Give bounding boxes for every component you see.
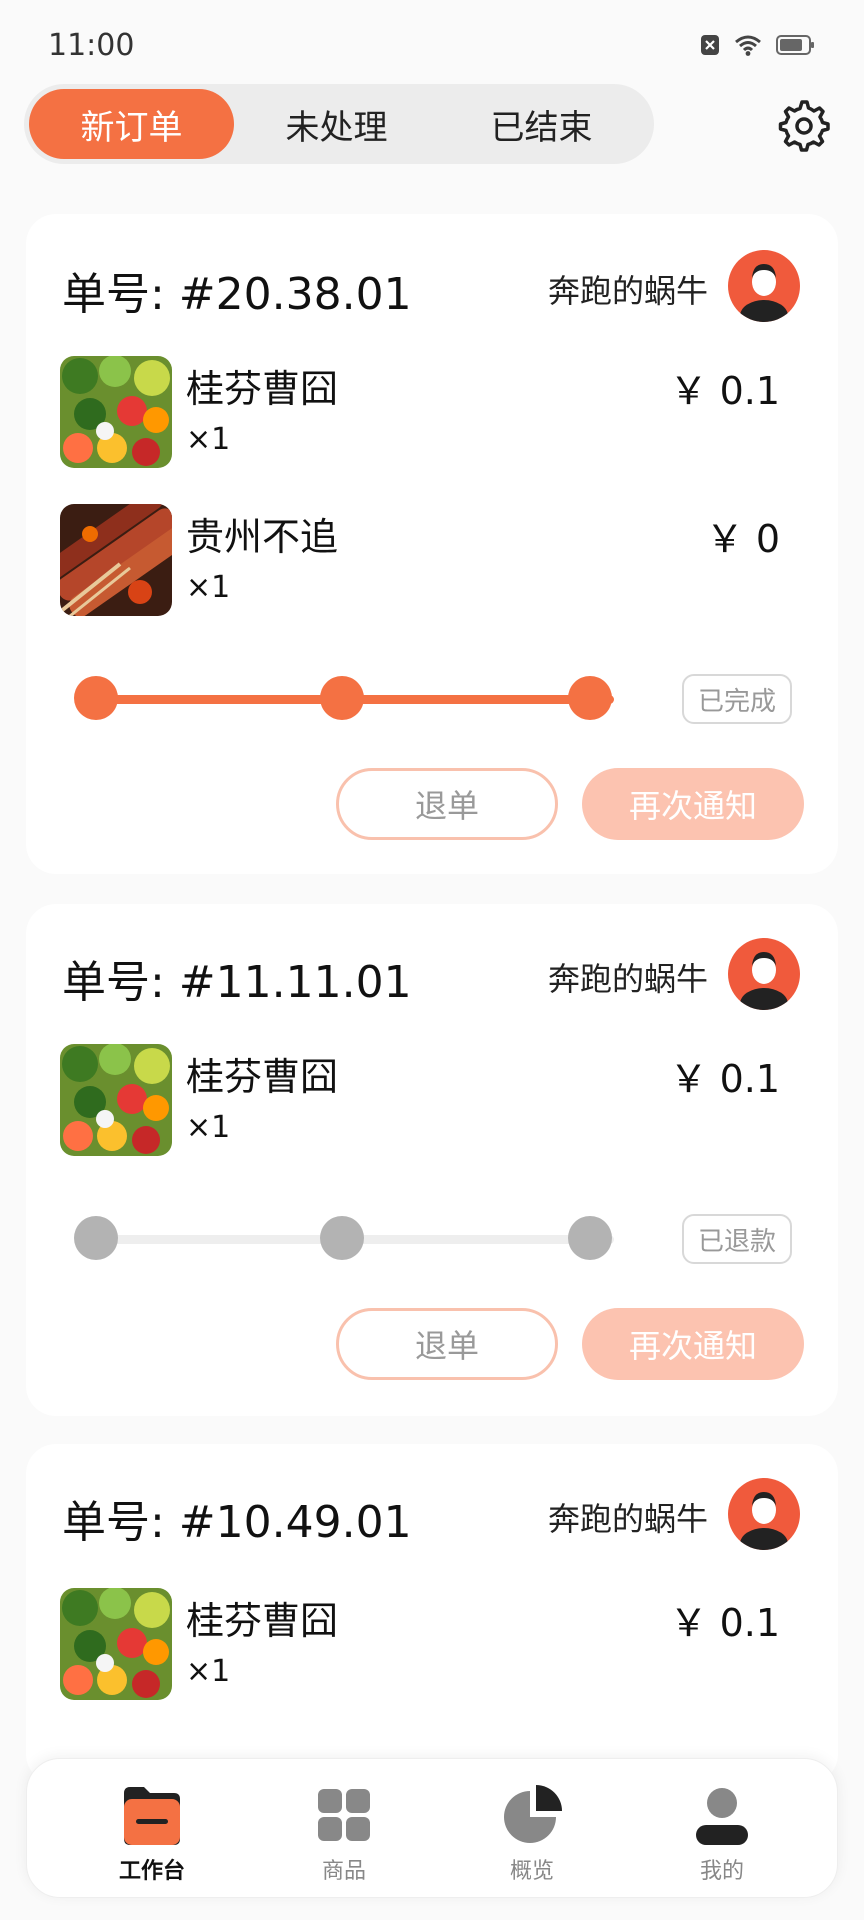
nav-label: 工作台 (118, 1859, 185, 1884)
product-name: 桂芬曹囧 (186, 367, 339, 411)
product-image-vegetables (60, 1044, 172, 1156)
nav-label: 我的 (699, 1859, 744, 1884)
order-tabs: 新订单 未处理 已结束 (24, 84, 654, 164)
product-price: ￥ 0.1 (669, 369, 780, 413)
order-progress (74, 676, 638, 722)
notification-blocked-icon (701, 35, 719, 55)
gear-icon (778, 100, 830, 152)
order-item: 贵州不追 ×1 ￥ 0 (60, 504, 804, 616)
order-card[interactable]: 单号: #20.38.01 奔跑的蜗牛 桂芬曹囧 ×1 ￥ 0.1 贵州不追 ×… (26, 214, 838, 874)
product-price: ￥ 0.1 (669, 1057, 780, 1101)
order-number: 单号: #10.49.01 (62, 1497, 412, 1548)
customer-name: 奔跑的蜗牛 (547, 960, 708, 998)
product-quantity: ×1 (186, 422, 231, 457)
progress-step-3 (568, 676, 612, 720)
nav-label: 概览 (509, 1859, 554, 1884)
order-item: 桂芬曹囧 ×1 ￥ 0.1 (60, 1044, 804, 1156)
progress-step-2 (320, 1216, 364, 1260)
order-number: 单号: #20.38.01 (62, 269, 412, 320)
user-avatar-icon (740, 952, 788, 1010)
product-name: 贵州不追 (186, 515, 339, 559)
battery-icon (776, 35, 814, 55)
tab-new-orders[interactable]: 新订单 (29, 89, 234, 159)
avatar (728, 938, 800, 1010)
notify-again-button[interactable]: 再次通知 (582, 1308, 804, 1380)
workbench-icon (124, 1787, 180, 1845)
customer-name: 奔跑的蜗牛 (547, 1500, 708, 1538)
pie-chart-icon (504, 1785, 562, 1843)
progress-step-3 (568, 1216, 612, 1260)
status-icons (700, 34, 816, 56)
avatar (728, 1478, 800, 1550)
order-number: 单号: #11.11.01 (62, 957, 412, 1008)
product-quantity: ×1 (186, 1110, 231, 1145)
progress-step-2 (320, 676, 364, 720)
nav-item-products[interactable]: 商品 (279, 1777, 409, 1887)
product-quantity: ×1 (186, 570, 231, 605)
order-card[interactable]: 单号: #11.11.01 奔跑的蜗牛 桂芬曹囧 ×1 ￥ 0.1 已退款 退单… (26, 904, 838, 1416)
bottom-navigation: 工作台 商品 概览 我的 (26, 1758, 838, 1898)
order-progress (74, 1216, 638, 1262)
nav-item-overview[interactable]: 概览 (467, 1777, 597, 1887)
order-item: 桂芬曹囧 ×1 ￥ 0.1 (60, 1588, 804, 1700)
progress-step-1 (74, 676, 118, 720)
grid-icon (318, 1789, 370, 1841)
tab-unprocessed[interactable]: 未处理 (234, 89, 439, 159)
customer-name: 奔跑的蜗牛 (547, 272, 708, 310)
product-name: 桂芬曹囧 (186, 1599, 339, 1643)
tab-finished[interactable]: 已结束 (439, 89, 644, 159)
order-item: 桂芬曹囧 ×1 ￥ 0.1 (60, 356, 804, 468)
user-avatar-icon (740, 1492, 788, 1550)
nav-item-workbench[interactable]: 工作台 (87, 1777, 217, 1887)
notify-again-button[interactable]: 再次通知 (582, 768, 804, 840)
product-price: ￥ 0 (705, 517, 780, 561)
status-bar: 11:00 (0, 0, 864, 90)
user-icon (696, 1788, 748, 1845)
settings-button[interactable] (778, 100, 830, 152)
product-image-vegetables (60, 1588, 172, 1700)
product-name: 桂芬曹囧 (186, 1055, 339, 1099)
status-time: 11:00 (48, 28, 135, 63)
wifi-icon (735, 35, 761, 56)
product-quantity: ×1 (186, 1654, 231, 1689)
user-avatar-icon (740, 264, 788, 322)
avatar (728, 250, 800, 322)
product-image-vegetables (60, 356, 172, 468)
cancel-order-button[interactable]: 退单 (336, 768, 558, 840)
order-card[interactable]: 单号: #10.49.01 奔跑的蜗牛 桂芬曹囧 ×1 ￥ 0.1 (26, 1444, 838, 1784)
status-badge: 已完成 (682, 674, 792, 724)
product-price: ￥ 0.1 (669, 1601, 780, 1645)
nav-item-me[interactable]: 我的 (657, 1777, 787, 1887)
cancel-order-button[interactable]: 退单 (336, 1308, 558, 1380)
status-badge: 已退款 (682, 1214, 792, 1264)
product-image-bbq (60, 504, 172, 616)
nav-label: 商品 (321, 1859, 366, 1884)
progress-step-1 (74, 1216, 118, 1260)
